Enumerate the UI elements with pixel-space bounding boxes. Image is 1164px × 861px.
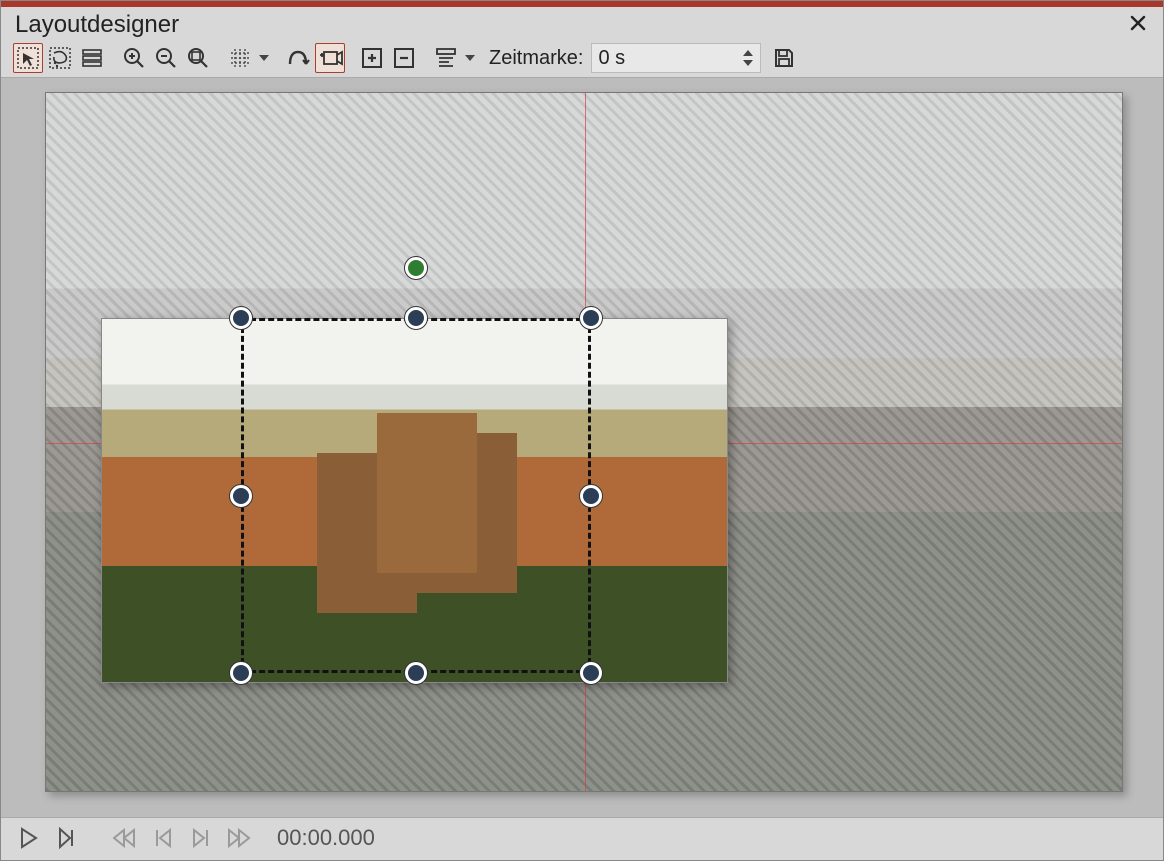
- selection-frame[interactable]: [241, 318, 591, 673]
- close-button[interactable]: [1125, 12, 1151, 38]
- timestamp-input[interactable]: [598, 47, 718, 70]
- stage-wrapper: [15, 92, 1149, 792]
- zoom-out-button[interactable]: [151, 43, 181, 73]
- rotation-handle[interactable]: [405, 257, 427, 279]
- grid-snap-dropdown[interactable]: [257, 43, 271, 73]
- resize-handle-se[interactable]: [580, 662, 602, 684]
- titlebar: Layoutdesigner: [1, 7, 1163, 41]
- next-frame-button[interactable]: [187, 824, 215, 852]
- playback-bar: 00:00.000: [1, 817, 1163, 860]
- add-keyframe-button[interactable]: [357, 43, 387, 73]
- canvas-area[interactable]: [1, 78, 1163, 817]
- resize-handle-w[interactable]: [230, 485, 252, 507]
- resize-handle-n[interactable]: [405, 307, 427, 329]
- remove-keyframe-button[interactable]: [389, 43, 419, 73]
- resize-handle-sw[interactable]: [230, 662, 252, 684]
- lasso-tool-button[interactable]: [45, 43, 75, 73]
- play-button[interactable]: [15, 824, 43, 852]
- list-view-button[interactable]: [77, 43, 107, 73]
- align-menu-button[interactable]: [431, 43, 461, 73]
- save-button[interactable]: [769, 43, 799, 73]
- camera-keyframe-button[interactable]: [315, 43, 345, 73]
- selection-box[interactable]: [241, 318, 591, 673]
- fast-forward-button[interactable]: [225, 824, 253, 852]
- step-forward-button[interactable]: [53, 824, 81, 852]
- rewind-button[interactable]: [111, 824, 139, 852]
- resize-handle-nw[interactable]: [230, 307, 252, 329]
- zoom-fit-button[interactable]: [183, 43, 213, 73]
- resize-handle-s[interactable]: [405, 662, 427, 684]
- timestamp-spinner[interactable]: [591, 43, 761, 73]
- selection-tool-button[interactable]: [13, 43, 43, 73]
- timestamp-label: Zeitmarke:: [489, 47, 583, 70]
- grid-snap-button[interactable]: [225, 43, 255, 73]
- motion-path-button[interactable]: [283, 43, 313, 73]
- prev-frame-button[interactable]: [149, 824, 177, 852]
- layout-designer-window: Layoutdesigner: [0, 0, 1164, 861]
- toolbar: Zeitmarke:: [1, 41, 1163, 78]
- timecode-display: 00:00.000: [277, 825, 375, 851]
- window-title: Layoutdesigner: [15, 11, 179, 39]
- stage[interactable]: [45, 92, 1123, 792]
- zoom-in-button[interactable]: [119, 43, 149, 73]
- align-menu-dropdown[interactable]: [463, 43, 477, 73]
- spinner-arrows[interactable]: [742, 48, 754, 68]
- resize-handle-ne[interactable]: [580, 307, 602, 329]
- resize-handle-e[interactable]: [580, 485, 602, 507]
